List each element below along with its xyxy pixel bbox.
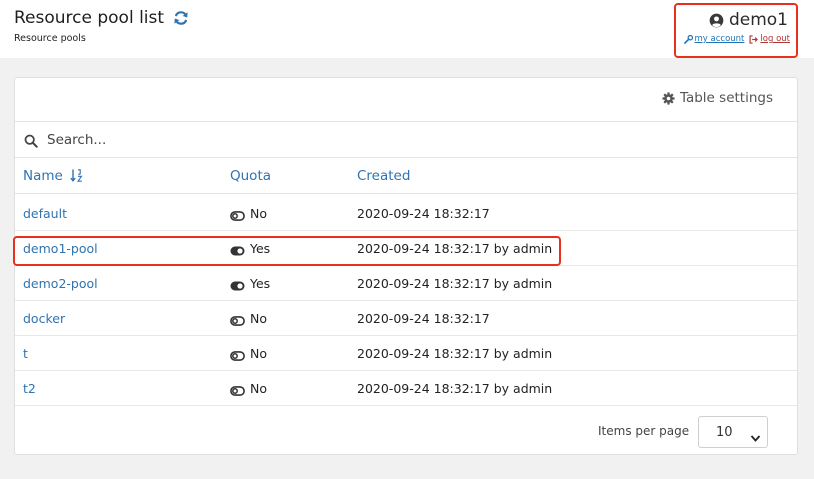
pool-name-link[interactable]: t2 [23, 381, 36, 396]
log-out-link[interactable]: log out [749, 34, 790, 44]
table-row[interactable]: t No 2020-09-24 18:32:17 by admin [15, 336, 797, 371]
refresh-icon[interactable] [173, 10, 189, 26]
table-row[interactable]: t2 No 2020-09-24 18:32:17 by admin [15, 371, 797, 406]
quota-value: No [250, 311, 267, 326]
toggle-off-icon [230, 349, 245, 361]
table-row[interactable]: docker No 2020-09-24 18:32:17 [15, 301, 797, 336]
search-bar [15, 121, 797, 158]
sign-out-icon [749, 34, 759, 44]
my-account-link[interactable]: my account [683, 34, 745, 44]
quota-value: Yes [250, 276, 271, 291]
page-header: Resource pool list Resource pools demo1 [0, 0, 814, 58]
quota-value: No [250, 346, 267, 361]
search-input[interactable] [47, 128, 747, 152]
table-row[interactable]: demo2-pool Yes 2020-09-24 18:32:17 by admi… [15, 266, 797, 301]
table-row[interactable]: demo1-pool Yes 2020-09-24 18:32:17 by admi… [15, 231, 797, 266]
table-settings-label: Table settings [679, 90, 773, 106]
pool-name-link[interactable]: demo1-pool [23, 241, 98, 256]
wrench-icon [683, 34, 693, 44]
user-circle-icon [709, 13, 724, 28]
user-links: my account log out [683, 34, 790, 44]
quota-value: Yes [250, 241, 271, 256]
sort-alpha-down-icon[interactable] [70, 169, 84, 182]
column-name-label: Name [23, 168, 63, 184]
created-cell: 2020-09-24 18:32:17 by admin [357, 241, 553, 256]
column-header-name[interactable]: Name [23, 168, 84, 184]
created-cell: 2020-09-24 18:32:17 [357, 206, 490, 221]
user-name: demo1 [728, 10, 788, 30]
column-header-created[interactable]: Created [357, 168, 410, 184]
resource-pool-panel: Table settings Name Quota Created defaul… [13, 77, 798, 455]
toggle-off-icon [230, 384, 245, 396]
user-name-wrap: demo1 [709, 10, 788, 30]
quota-cell: No [230, 346, 267, 361]
quota-cell: Yes [230, 241, 270, 256]
pool-name-link[interactable]: t [23, 346, 28, 361]
pool-name-link[interactable]: docker [23, 311, 65, 326]
page-subtitle: Resource pools [14, 33, 86, 44]
table-header: Name Quota Created [15, 158, 797, 194]
toggle-off-icon [230, 314, 245, 326]
column-header-quota[interactable]: Quota [230, 168, 271, 184]
quota-cell: No [230, 206, 267, 221]
search-icon [24, 133, 38, 148]
quota-cell: Yes [230, 276, 270, 291]
quota-cell: No [230, 311, 267, 326]
items-per-page-value: 10 [716, 424, 733, 440]
chevron-down-icon [750, 428, 761, 442]
created-cell: 2020-09-24 18:32:17 by admin [357, 381, 553, 396]
toggle-on-icon [230, 279, 245, 290]
quota-value: No [250, 206, 267, 221]
page-title: Resource pool list [14, 8, 165, 28]
my-account-label: my account [694, 34, 745, 44]
toggle-off-icon [230, 209, 245, 221]
items-per-page-label: Items per page [598, 424, 690, 438]
table-settings-button[interactable]: Table settings [662, 90, 773, 106]
pool-name-link[interactable]: default [23, 206, 67, 221]
created-cell: 2020-09-24 18:32:17 by admin [357, 346, 553, 361]
pool-name-link[interactable]: demo2-pool [23, 276, 98, 291]
items-per-page-select[interactable]: 10 [698, 416, 768, 448]
log-out-label: log out [760, 34, 790, 44]
created-cell: 2020-09-24 18:32:17 by admin [357, 276, 553, 291]
gear-icon [662, 91, 675, 105]
created-cell: 2020-09-24 18:32:17 [357, 311, 490, 326]
quota-cell: No [230, 381, 267, 396]
table-row[interactable]: default No 2020-09-24 18:32:17 [15, 196, 797, 231]
table-footer: Items per page 10 [15, 408, 797, 448]
page-title-wrap: Resource pool list [14, 8, 189, 28]
user-menu: demo1 my account log out [674, 3, 798, 58]
quota-value: No [250, 381, 267, 396]
toggle-on-icon [230, 244, 245, 255]
